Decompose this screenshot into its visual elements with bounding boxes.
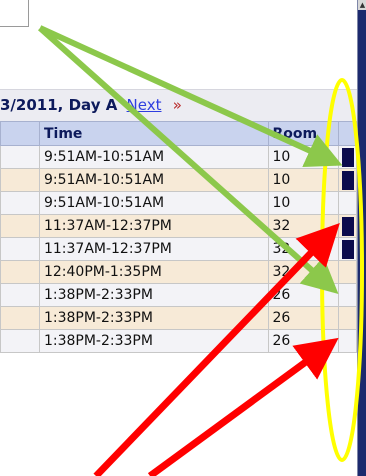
green-arrow-2 — [38, 25, 339, 294]
highlight-ellipse — [320, 78, 364, 462]
red-arrow-2 — [147, 337, 339, 476]
red-arrow-1 — [93, 222, 340, 476]
green-arrow-1 — [38, 25, 343, 167]
annotation-overlay — [38, 25, 364, 476]
